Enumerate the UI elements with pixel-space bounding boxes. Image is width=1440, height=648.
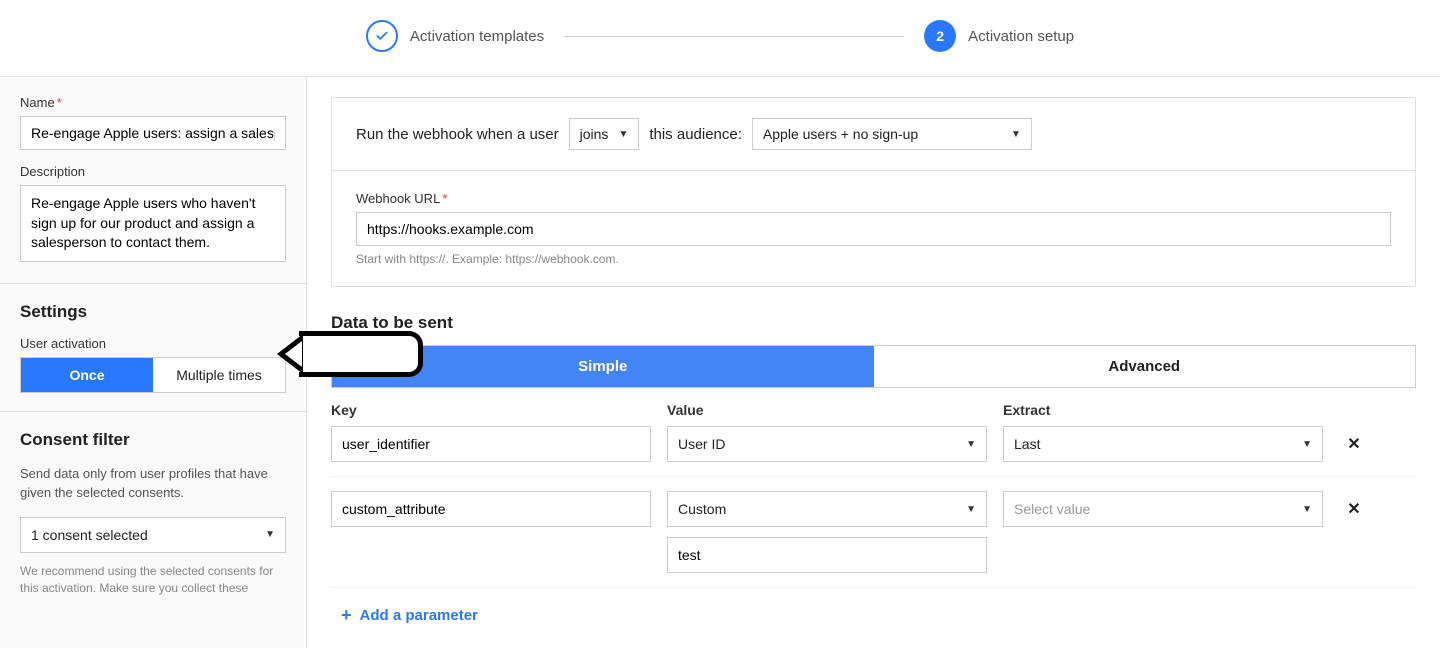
main-panel: Run the webhook when a user joins ▼ this… xyxy=(307,77,1440,648)
name-label: Name* xyxy=(20,95,286,110)
param-custom-value-input[interactable] xyxy=(667,537,987,573)
consent-heading: Consent filter xyxy=(20,430,286,450)
chevron-down-icon: ▼ xyxy=(1302,504,1312,515)
data-mode-tabs: Simple Advanced xyxy=(331,345,1416,388)
tab-simple[interactable]: Simple xyxy=(332,346,874,387)
tab-advanced[interactable]: Advanced xyxy=(874,346,1416,387)
webhook-url-label: Webhook URL* xyxy=(356,191,1391,206)
toggle-once[interactable]: Once xyxy=(21,358,153,392)
chevron-down-icon: ▼ xyxy=(966,439,976,450)
param-extract-select[interactable]: Last ▼ xyxy=(1003,426,1323,462)
chevron-down-icon: ▼ xyxy=(618,129,628,140)
chevron-down-icon: ▼ xyxy=(966,504,976,515)
chevron-down-icon: ▼ xyxy=(1011,129,1021,140)
audience-select[interactable]: Apple users + no sign-up ▼ xyxy=(752,118,1032,150)
run-action-select[interactable]: joins ▼ xyxy=(569,118,640,150)
step-label-1: Activation templates xyxy=(410,28,544,45)
webhook-url-input[interactable] xyxy=(356,212,1391,246)
add-parameter-button[interactable]: + Add a parameter xyxy=(331,606,478,624)
close-icon: ✕ xyxy=(1347,499,1360,519)
run-suffix: this audience: xyxy=(649,126,742,143)
param-extract-select[interactable]: Select value ▼ xyxy=(1003,491,1323,527)
data-to-send-heading: Data to be sent xyxy=(331,313,1416,333)
trigger-card: Run the webhook when a user joins ▼ this… xyxy=(331,97,1416,287)
step-templates[interactable]: Activation templates xyxy=(366,20,544,52)
webhook-hint: Start with https://. Example: https://we… xyxy=(356,252,1391,266)
consent-fineprint: We recommend using the selected consents… xyxy=(20,563,286,597)
chevron-down-icon: ▼ xyxy=(265,529,275,540)
col-extract-header: Extract xyxy=(1003,402,1323,418)
consent-select-value: 1 consent selected xyxy=(31,527,148,543)
col-key-header: Key xyxy=(331,402,651,418)
step-label-2: Activation setup xyxy=(968,28,1074,45)
param-key-input[interactable] xyxy=(331,491,651,527)
param-key-input[interactable] xyxy=(331,426,651,462)
toggle-multiple[interactable]: Multiple times xyxy=(153,358,285,392)
description-label: Description xyxy=(20,164,286,179)
settings-heading: Settings xyxy=(20,302,286,322)
param-table: Key Value Extract User ID ▼ Last xyxy=(331,402,1416,624)
close-icon: ✕ xyxy=(1347,434,1360,454)
param-value-select[interactable]: Custom ▼ xyxy=(667,491,987,527)
col-value-header: Value xyxy=(667,402,987,418)
consent-help: Send data only from user profiles that h… xyxy=(20,464,286,503)
stepper: Activation templates 2 Activation setup xyxy=(0,0,1440,76)
step-setup[interactable]: 2 Activation setup xyxy=(924,20,1074,52)
description-input[interactable]: Re-engage Apple users who haven't sign u… xyxy=(20,185,286,262)
step-number-2: 2 xyxy=(924,20,956,52)
param-value-select[interactable]: User ID ▼ xyxy=(667,426,987,462)
param-row: User ID ▼ Last ▼ ✕ xyxy=(331,424,1416,477)
plus-icon: + xyxy=(341,606,352,624)
check-icon xyxy=(366,20,398,52)
chevron-down-icon: ▼ xyxy=(1302,439,1312,450)
delete-row-button[interactable]: ✕ xyxy=(1339,426,1369,462)
param-row: Custom ▼ Select value ▼ ✕ xyxy=(331,489,1416,588)
user-activation-toggle: Once Multiple times xyxy=(20,357,286,393)
user-activation-label: User activation xyxy=(20,336,286,351)
delete-row-button[interactable]: ✕ xyxy=(1339,491,1369,527)
name-input[interactable] xyxy=(20,116,286,150)
sidebar: Name* Description Re-engage Apple users … xyxy=(0,77,307,648)
consent-select[interactable]: 1 consent selected ▼ xyxy=(20,517,286,553)
run-prefix: Run the webhook when a user xyxy=(356,126,559,143)
step-connector xyxy=(564,36,904,37)
